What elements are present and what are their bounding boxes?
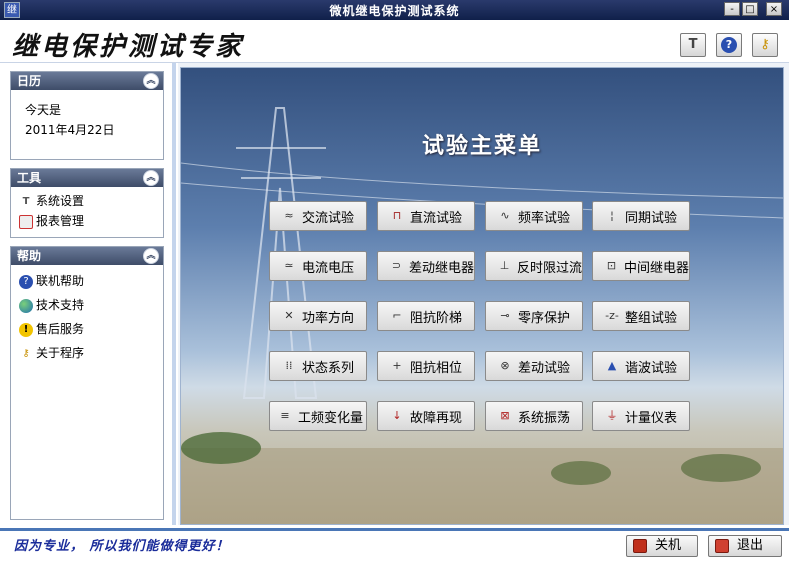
menu-title: 试验主菜单: [421, 133, 542, 159]
sync-test-button[interactable]: ¦ 同期试验: [592, 201, 690, 231]
help-panel: 帮助 ︽ ? 联机帮助 技术支持 ! 售后服务 ⚷ 关于程序: [10, 246, 164, 520]
key-button[interactable]: ⚷: [752, 33, 778, 57]
window-title: 微机继电保护测试系统: [329, 4, 460, 18]
frequency-test-button[interactable]: ∿ 频率试验: [485, 201, 583, 231]
sidebar-item-about[interactable]: ⚷ 关于程序: [19, 343, 169, 363]
differential-test-button[interactable]: ⊗ 差动试验: [485, 351, 583, 381]
help-icon: ?: [721, 37, 737, 53]
tools-button[interactable]: T: [680, 33, 706, 57]
collapse-chevron-icon[interactable]: ︽: [143, 170, 159, 186]
hammer-icon: T: [22, 195, 30, 207]
calendar-date: 2011年4月22日: [25, 123, 115, 137]
impedance-phase-button[interactable]: + 阻抗相位: [377, 351, 475, 381]
intermediate-relay-button[interactable]: ⊡ 中间继电器: [592, 251, 690, 281]
main-area: 试验主菜单 ≈ 交流试验 ⊓ 直流试验 ∿ 频率试验 ¦ 同期试验 ≃ 电流电压 ⊃ 差动继…: [178, 63, 789, 525]
calendar-panel-title: 日历: [17, 74, 42, 88]
tools-panel-title: 工具: [17, 171, 42, 185]
report-icon: [19, 214, 33, 229]
sidebar-item-tech-support[interactable]: 技术支持: [19, 295, 169, 315]
differential-test-icon: ⊗: [500, 359, 510, 372]
ac-wave-icon: ≈: [284, 209, 294, 222]
fault-replay-button[interactable]: ↓ 故障再现: [377, 401, 475, 431]
shutdown-button[interactable]: 关机: [626, 535, 698, 557]
help-panel-title: 帮助: [17, 249, 42, 263]
power-direction-icon: ✕: [284, 309, 294, 322]
calendar-today-label: 今天是: [25, 103, 62, 117]
metering-icon: ⏚: [606, 409, 618, 422]
help-button[interactable]: ?: [716, 33, 742, 57]
app-logo: 继电保护测试专家: [12, 32, 245, 62]
sidebar-item-report-management[interactable]: 报表管理: [19, 211, 169, 231]
current-voltage-icon: ≃: [284, 259, 294, 272]
current-voltage-button[interactable]: ≃ 电流电压: [269, 251, 367, 281]
differential-relay-button[interactable]: ⊃ 差动继电器: [377, 251, 475, 281]
zero-sequence-button[interactable]: ⊸ 零序保护: [485, 301, 583, 331]
exit-door-icon: [715, 539, 729, 553]
app-header: 继电保护测试专家 T ? ⚷: [0, 20, 789, 63]
sync-icon: ¦: [610, 209, 614, 222]
tools-panel-header[interactable]: 工具 ︽: [11, 169, 163, 187]
globe-icon: [19, 298, 33, 313]
sidebar-item-after-sales[interactable]: ! 售后服务: [19, 319, 169, 339]
impedance-step-icon: ⌐: [392, 309, 402, 322]
collapse-chevron-icon[interactable]: ︽: [143, 248, 159, 264]
sidebar-item-online-help[interactable]: ? 联机帮助: [19, 271, 169, 291]
oscillation-icon: ⊠: [500, 409, 510, 422]
impedance-step-button[interactable]: ⌐ 阻抗阶梯: [377, 301, 475, 331]
harmonic-test-button[interactable]: ▲ 谐波试验: [592, 351, 690, 381]
system-oscillation-button[interactable]: ⊠ 系统振荡: [485, 401, 583, 431]
minimize-button[interactable]: -: [724, 2, 740, 16]
zero-sequence-icon: ⊸: [500, 309, 510, 322]
background-scene: 试验主菜单 ≈ 交流试验 ⊓ 直流试验 ∿ 频率试验 ¦ 同期试验 ≃ 电流电压 ⊃ 差动继…: [180, 67, 784, 525]
maximize-button[interactable]: □: [742, 2, 758, 16]
tools-panel: 工具 ︽ T 系统设置 报表管理: [10, 168, 164, 238]
footer-bar: 因为专业， 所以我们能做得更好！ 关机 退出: [0, 528, 789, 562]
title-bar: 继 微机继电保护测试系统 - □ ×: [0, 0, 789, 20]
state-series-icon: ⁞⁞: [285, 359, 293, 372]
collapse-chevron-icon[interactable]: ︽: [143, 73, 159, 89]
differential-relay-icon: ⊃: [391, 259, 402, 272]
frequency-wave-icon: ∿: [500, 209, 510, 222]
harmonic-icon: ▲: [607, 359, 617, 372]
intermediate-relay-icon: ⊡: [606, 259, 617, 272]
inverse-time-icon: ⊥: [499, 259, 510, 272]
power-off-icon: [633, 539, 647, 553]
help-panel-header[interactable]: 帮助 ︽: [11, 247, 163, 265]
warning-icon: !: [19, 322, 33, 337]
dc-test-button[interactable]: ⊓ 直流试验: [377, 201, 475, 231]
group-test-button[interactable]: -z- 整组试验: [592, 301, 690, 331]
power-frequency-change-button[interactable]: ≡ 工频变化量: [269, 401, 367, 431]
inverse-time-overcurrent-button[interactable]: ⊥ 反时限过流: [485, 251, 583, 281]
hammer-icon: T: [688, 37, 698, 52]
group-test-icon: -z-: [605, 309, 619, 322]
close-button[interactable]: ×: [766, 2, 782, 16]
slogan-text: 因为专业， 所以我们能做得更好！: [14, 539, 230, 554]
help-icon: ?: [19, 274, 33, 289]
sidebar-item-system-settings[interactable]: T 系统设置: [19, 191, 169, 211]
state-series-button[interactable]: ⁞⁞ 状态系列: [269, 351, 367, 381]
impedance-phase-icon: +: [392, 359, 402, 372]
power-direction-button[interactable]: ✕ 功率方向: [269, 301, 367, 331]
calendar-panel-header[interactable]: 日历 ︽: [11, 72, 163, 90]
power-frequency-icon: ≡: [280, 409, 290, 422]
exit-button[interactable]: 退出: [708, 535, 782, 557]
ac-test-button[interactable]: ≈ 交流试验: [269, 201, 367, 231]
calendar-panel: 日历 ︽ 今天是 2011年4月22日: [10, 71, 164, 160]
metering-instrument-button[interactable]: ⏚ 计量仪表: [592, 401, 690, 431]
dc-pulse-icon: ⊓: [392, 209, 402, 222]
fault-replay-icon: ↓: [392, 409, 402, 422]
sidebar: 日历 ︽ 今天是 2011年4月22日 工具 ︽ T 系统设置 报表管理 帮助 ︽…: [0, 63, 176, 525]
key-icon: ⚷: [760, 37, 770, 52]
key-icon: ⚷: [22, 347, 30, 359]
